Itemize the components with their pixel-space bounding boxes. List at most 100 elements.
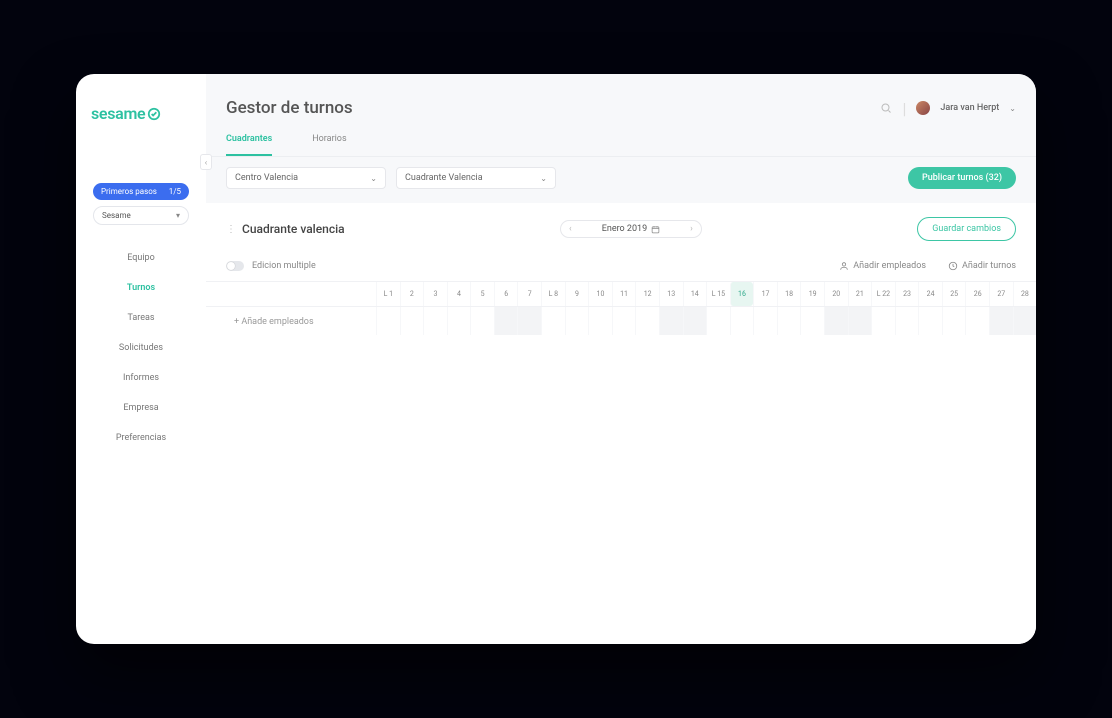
calendar-cell[interactable] bbox=[494, 307, 518, 335]
search-icon[interactable] bbox=[880, 102, 892, 114]
day-header[interactable]: 28 bbox=[1013, 282, 1036, 306]
day-header[interactable]: 27 bbox=[989, 282, 1013, 306]
calendar-cell[interactable] bbox=[1013, 307, 1036, 335]
multi-edit-toggle[interactable] bbox=[226, 261, 244, 271]
calendar-cell[interactable] bbox=[635, 307, 659, 335]
sidebar-item-tareas[interactable]: Tareas bbox=[76, 303, 206, 333]
day-header[interactable]: 11 bbox=[612, 282, 636, 306]
sidebar-item-solicitudes[interactable]: Solicitudes bbox=[76, 333, 206, 363]
day-header[interactable]: L 15 bbox=[706, 282, 730, 306]
calendar-cell[interactable] bbox=[895, 307, 919, 335]
calendar-cell[interactable] bbox=[848, 307, 872, 335]
calendar-cell[interactable] bbox=[423, 307, 447, 335]
chevron-down-icon: ⌄ bbox=[370, 174, 377, 183]
publish-button[interactable]: Publicar turnos (32) bbox=[908, 167, 1016, 189]
calendar-cell[interactable] bbox=[447, 307, 471, 335]
calendar-cell[interactable] bbox=[800, 307, 824, 335]
day-header[interactable]: L 22 bbox=[871, 282, 895, 306]
workspace-select[interactable]: Sesame ▾ bbox=[93, 206, 189, 225]
calendar-cell[interactable] bbox=[659, 307, 683, 335]
workspace-label: Sesame bbox=[102, 211, 131, 220]
page-title: Gestor de turnos bbox=[226, 98, 353, 118]
calendar-days: L 1234567L 891011121314L 15161718192021L… bbox=[376, 282, 1036, 306]
day-header[interactable]: 26 bbox=[965, 282, 989, 306]
sidebar-collapse-handle[interactable]: ‹ bbox=[200, 154, 212, 170]
calendar-cell[interactable] bbox=[753, 307, 777, 335]
schedule-panel: ⋮ Cuadrante valencia ‹ Enero 2019 › Guar… bbox=[206, 203, 1036, 644]
topbar: Gestor de turnos | Jara van Herpt ⌄ bbox=[206, 74, 1036, 126]
calendar-cell[interactable] bbox=[588, 307, 612, 335]
tab-horarios[interactable]: Horarios bbox=[312, 126, 346, 156]
sidebar-item-empresa[interactable]: Empresa bbox=[76, 393, 206, 423]
calendar-cell[interactable] bbox=[565, 307, 589, 335]
day-header[interactable]: 10 bbox=[588, 282, 612, 306]
tab-cuadrantes[interactable]: Cuadrantes bbox=[226, 126, 272, 156]
calendar-cell[interactable] bbox=[965, 307, 989, 335]
day-header[interactable]: 24 bbox=[918, 282, 942, 306]
sidebar-item-preferencias[interactable]: Preferencias bbox=[76, 423, 206, 453]
multi-edit-label: Edicion multiple bbox=[252, 261, 316, 271]
calendar-body: + Añade empleados bbox=[206, 307, 1036, 337]
calendar-cell[interactable] bbox=[517, 307, 541, 335]
filter-row: Centro Valencia ⌄ Cuadrante Valencia ⌄ P… bbox=[206, 157, 1036, 199]
day-header[interactable]: L 1 bbox=[376, 282, 400, 306]
day-header[interactable]: 12 bbox=[635, 282, 659, 306]
day-header[interactable]: 3 bbox=[423, 282, 447, 306]
schedule-select[interactable]: Cuadrante Valencia ⌄ bbox=[396, 167, 556, 189]
calendar-cell[interactable] bbox=[706, 307, 730, 335]
prev-period-button[interactable]: ‹ bbox=[569, 224, 572, 234]
calendar-cell[interactable] bbox=[683, 307, 707, 335]
sidebar-item-informes[interactable]: Informes bbox=[76, 363, 206, 393]
onboarding-progress: 1/5 bbox=[169, 187, 181, 196]
calendar-cell[interactable] bbox=[824, 307, 848, 335]
sidebar-item-turnos[interactable]: Turnos bbox=[76, 273, 206, 303]
chevron-down-icon[interactable]: ⌄ bbox=[1009, 104, 1016, 113]
day-header[interactable]: L 8 bbox=[541, 282, 565, 306]
day-header[interactable]: 23 bbox=[895, 282, 919, 306]
day-header[interactable]: 9 bbox=[565, 282, 589, 306]
calendar-cell[interactable] bbox=[541, 307, 565, 335]
day-header[interactable]: 5 bbox=[470, 282, 494, 306]
save-button[interactable]: Guardar cambios bbox=[917, 217, 1016, 241]
onboarding-pill[interactable]: Primeros pasos 1/5 bbox=[93, 183, 189, 200]
calendar-cell[interactable] bbox=[400, 307, 424, 335]
calendar-cell[interactable] bbox=[777, 307, 801, 335]
vertical-divider: | bbox=[902, 99, 906, 118]
calendar-cell[interactable] bbox=[871, 307, 895, 335]
sidebar: sesame Primeros pasos 1/5 Sesame ▾ Equip… bbox=[76, 74, 206, 644]
app-window: sesame Primeros pasos 1/5 Sesame ▾ Equip… bbox=[76, 74, 1036, 644]
day-header[interactable]: 2 bbox=[400, 282, 424, 306]
day-header[interactable]: 25 bbox=[942, 282, 966, 306]
calendar-cell[interactable] bbox=[612, 307, 636, 335]
day-header[interactable]: 16 bbox=[730, 282, 754, 306]
calendar-cell[interactable] bbox=[942, 307, 966, 335]
center-select[interactable]: Centro Valencia ⌄ bbox=[226, 167, 386, 189]
add-shifts-link[interactable]: Añadir turnos bbox=[948, 261, 1016, 271]
day-header[interactable]: 7 bbox=[517, 282, 541, 306]
day-header[interactable]: 21 bbox=[848, 282, 872, 306]
add-employees-link[interactable]: Añadir empleados bbox=[839, 261, 926, 271]
chevron-down-icon: ⌄ bbox=[540, 174, 547, 183]
topbar-right: | Jara van Herpt ⌄ bbox=[880, 99, 1016, 118]
day-header[interactable]: 20 bbox=[824, 282, 848, 306]
day-header[interactable]: 6 bbox=[494, 282, 518, 306]
next-period-button[interactable]: › bbox=[690, 224, 693, 234]
calendar-cell[interactable] bbox=[918, 307, 942, 335]
day-header[interactable]: 14 bbox=[683, 282, 707, 306]
add-employee-row[interactable]: + Añade empleados bbox=[206, 307, 376, 337]
period-label: Enero 2019 bbox=[602, 224, 647, 234]
calendar-cell[interactable] bbox=[730, 307, 754, 335]
user-avatar[interactable] bbox=[916, 101, 930, 115]
calendar-cell[interactable] bbox=[989, 307, 1013, 335]
drag-handle-icon[interactable]: ⋮ bbox=[226, 224, 236, 235]
add-shifts-label: Añadir turnos bbox=[962, 261, 1016, 271]
day-header[interactable]: 4 bbox=[447, 282, 471, 306]
day-header[interactable]: 13 bbox=[659, 282, 683, 306]
day-header[interactable]: 19 bbox=[800, 282, 824, 306]
calendar-cell[interactable] bbox=[470, 307, 494, 335]
day-header[interactable]: 17 bbox=[753, 282, 777, 306]
calendar-cell[interactable] bbox=[376, 307, 400, 335]
day-header[interactable]: 18 bbox=[777, 282, 801, 306]
sidebar-item-equipo[interactable]: Equipo bbox=[76, 243, 206, 273]
content-tabs: Cuadrantes Horarios bbox=[206, 126, 1036, 157]
